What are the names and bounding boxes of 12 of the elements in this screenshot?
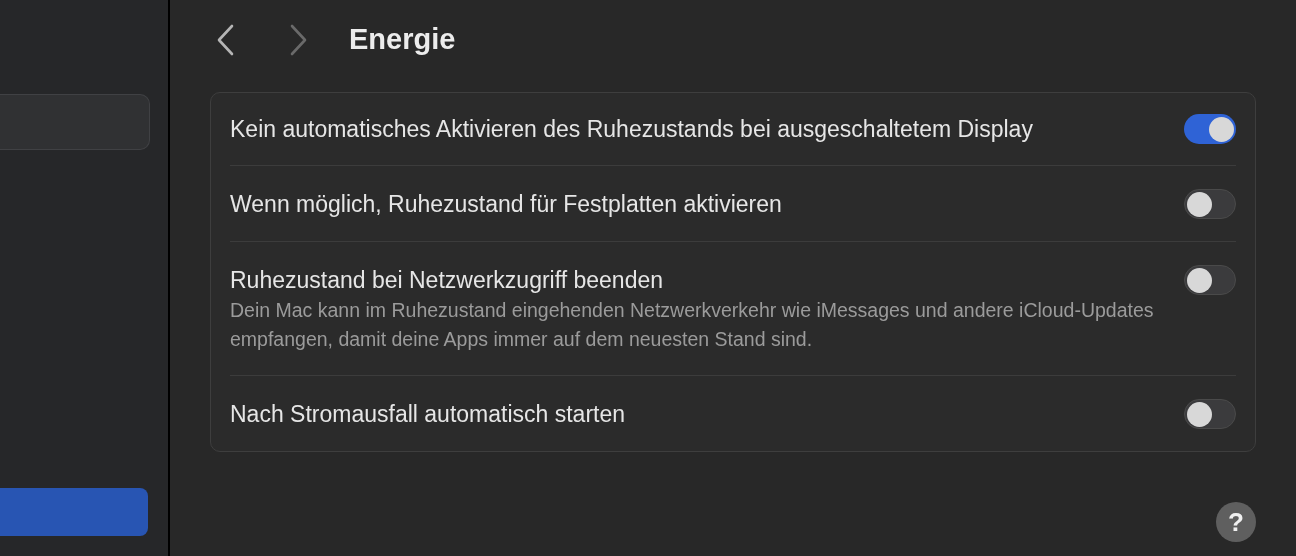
search-field[interactable] (0, 94, 150, 150)
toggle-switch[interactable] (1184, 265, 1236, 295)
setting-label: Nach Stromausfall automatisch starten (230, 400, 626, 429)
setting-description: Dein Mac kann im Ruhezustand eingehenden Netzwerkverkehr wie iMessages und andere iCloud-Updates empfangen, damit deine Apps immer auf dem neuesten Stand sind. (230, 298, 1155, 352)
setting-label: Wenn möglich, Ruhezustand für Festplatten aktivieren (230, 190, 783, 219)
help-button[interactable]: ? (1216, 502, 1256, 542)
page-title: Energie (349, 22, 456, 58)
toggle-switch[interactable] (1184, 114, 1236, 144)
toggle-switch[interactable] (1184, 189, 1236, 219)
toggle-switch[interactable] (1184, 399, 1236, 429)
setting-label: Ruhezustand bei Netzwerkzugriff beenden (230, 266, 664, 295)
setting-label: Kein automatisches Aktivieren des Ruhezustands bei ausgeschaltetem Display (230, 115, 1034, 144)
